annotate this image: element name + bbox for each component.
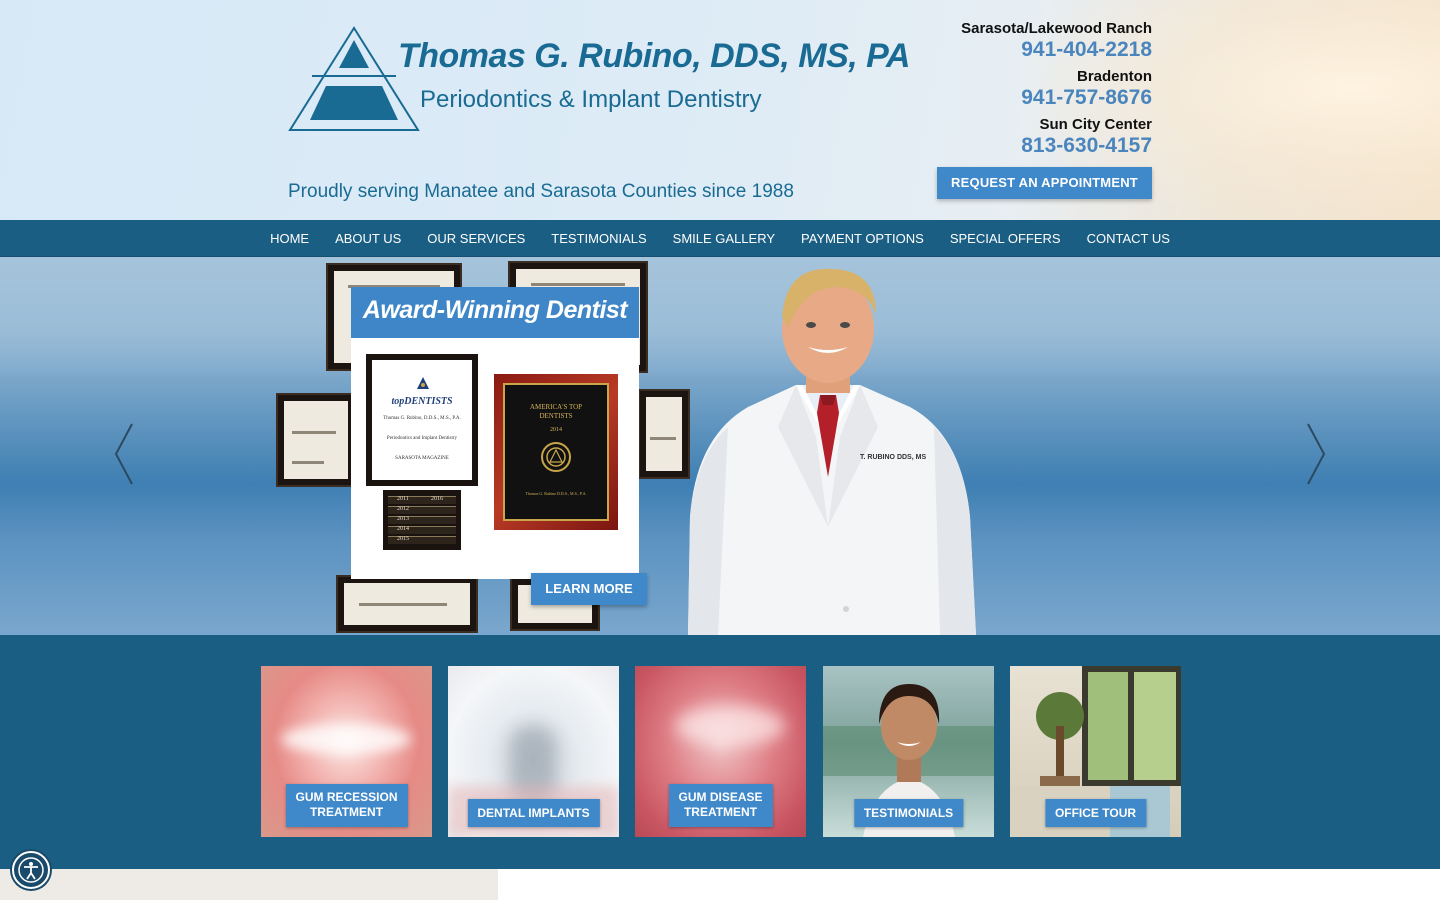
phone-link-bradenton[interactable]: 941-757-8676 — [892, 86, 1152, 110]
service-tile-dental-implants[interactable]: DENTAL IMPLANTS — [448, 666, 619, 837]
main-nav: HOME ABOUT US OUR SERVICES TESTIMONIALS … — [0, 220, 1440, 257]
services-band: GUM RECESSION TREATMENT DENTAL IMPLANTS G… — [0, 635, 1440, 869]
phone-link-sun-city-center[interactable]: 813-630-4157 — [892, 134, 1152, 158]
service-label: GUM DISEASE TREATMENT — [668, 784, 773, 827]
nav-item-payment-options[interactable]: PAYMENT OPTIONS — [788, 220, 937, 257]
site-header: Thomas G. Rubino, DDS, MS, PA Periodonti… — [0, 0, 1440, 220]
phone-link-sarasota[interactable]: 941-404-2218 — [892, 38, 1152, 62]
service-label: DENTAL IMPLANTS — [467, 799, 600, 827]
plaque-emblem-icon — [417, 377, 429, 389]
year-plaque: 2011 2016 2012 2013 2014 2015 — [383, 490, 461, 550]
service-label: GUM RECESSION TREATMENT — [285, 784, 408, 827]
nav-item-smile-gallery[interactable]: SMILE GALLERY — [660, 220, 788, 257]
service-tile-testimonials[interactable]: TESTIMONIALS — [823, 666, 994, 837]
service-label: OFFICE TOUR — [1044, 799, 1147, 827]
chevron-left-icon[interactable] — [112, 422, 136, 486]
nav-item-our-services[interactable]: OUR SERVICES — [414, 220, 538, 257]
seal-icon — [541, 442, 571, 472]
location-name: Bradenton — [1077, 68, 1152, 85]
brand-name[interactable]: Thomas G. Rubino, DDS, MS, PA — [398, 37, 910, 76]
service-tile-gum-recession[interactable]: GUM RECESSION TREATMENT — [261, 666, 432, 837]
footer-strip — [0, 869, 498, 900]
service-label: TESTIMONIALS — [853, 799, 964, 827]
service-tile-office-tour[interactable]: OFFICE TOUR — [1010, 666, 1181, 837]
location-name: Sarasota/Lakewood Ranch — [961, 20, 1152, 37]
award-slide-card: Award-Winning Dentist topDENTISTS Thomas… — [351, 287, 639, 579]
award-plaques-image: topDENTISTS Thomas G. Rubino, D.D.S., M.… — [351, 338, 639, 579]
americas-top-dentists-plaque: AMERICA'S TOP DENTISTS 2014 Thomas G. Ru… — [494, 374, 618, 530]
chevron-right-icon[interactable] — [1304, 422, 1328, 486]
service-tile-gum-disease[interactable]: GUM DISEASE TREATMENT — [635, 666, 806, 837]
learn-more-button[interactable]: LEARN MORE — [531, 573, 647, 605]
location-name: Sun City Center — [1039, 116, 1152, 133]
coat-name-tag: T. RUBINO DDS, MS — [860, 454, 926, 461]
diploma-frame — [276, 393, 356, 487]
nav-item-contact-us[interactable]: CONTACT US — [1074, 220, 1183, 257]
nav-item-about-us[interactable]: ABOUT US — [322, 220, 414, 257]
diploma-frame — [336, 575, 478, 633]
top-dentists-plaque: topDENTISTS Thomas G. Rubino, D.D.S., M.… — [366, 354, 478, 486]
brand-subtitle: Periodontics & Implant Dentistry — [420, 86, 762, 113]
hero-slider: Award-Winning Dentist topDENTISTS Thomas… — [0, 257, 1440, 635]
nav-item-home[interactable]: HOME — [257, 220, 322, 257]
accessibility-icon[interactable] — [12, 851, 50, 889]
tagline: Proudly serving Manatee and Sarasota Cou… — [288, 181, 794, 202]
doctor-photo: T. RUBINO DDS, MS — [688, 268, 976, 635]
nav-item-testimonials[interactable]: TESTIMONIALS — [538, 220, 659, 257]
location-phone-list: Sarasota/Lakewood Ranch 941-404-2218 Bra… — [892, 20, 1152, 164]
nav-item-special-offers[interactable]: SPECIAL OFFERS — [937, 220, 1074, 257]
slide-title: Award-Winning Dentist — [362, 296, 628, 324]
request-appointment-button[interactable]: REQUEST AN APPOINTMENT — [937, 167, 1152, 199]
